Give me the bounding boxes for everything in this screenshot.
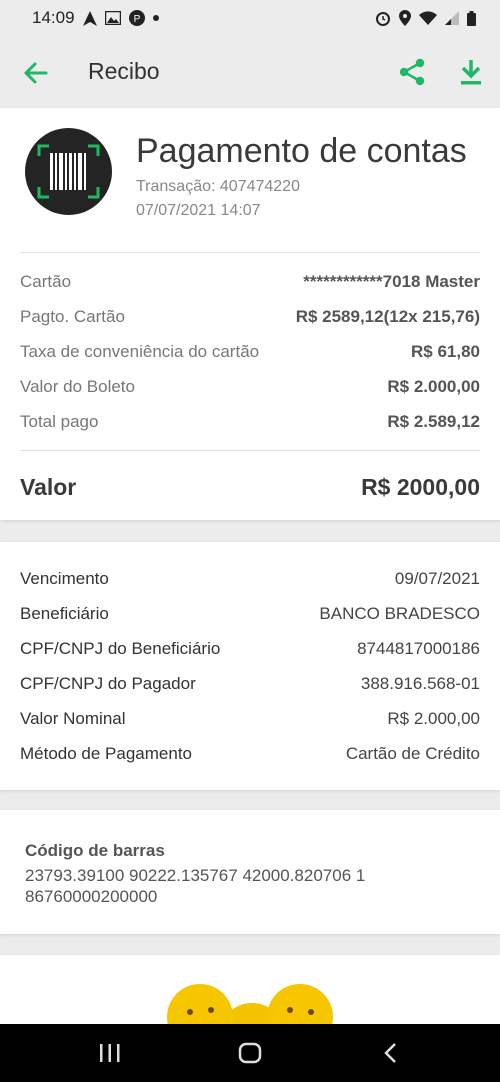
recent-apps-button[interactable] xyxy=(60,1024,160,1082)
divider xyxy=(20,450,480,451)
total-label: Valor xyxy=(20,474,77,500)
status-time: 14:09 xyxy=(32,8,75,27)
detail-row-beneficiary-doc: CPF/CNPJ do Beneficiário 8744817000186 xyxy=(20,637,480,661)
row-value: R$ 2.589,12 xyxy=(387,412,480,431)
share-icon[interactable] xyxy=(398,58,426,86)
svg-text:P: P xyxy=(133,14,140,25)
row-value: R$ 2.000,00 xyxy=(387,377,480,396)
row-label: Valor Nominal xyxy=(20,709,126,728)
detail-row-payment-method: Método de Pagamento Cartão de Crédito xyxy=(20,742,480,766)
row-label: Total pago xyxy=(20,412,99,431)
home-icon xyxy=(238,1042,262,1064)
detail-row-due-date: Vencimento 09/07/2021 xyxy=(20,567,480,591)
gallery-icon xyxy=(104,11,121,25)
row-value: R$ 61,80 xyxy=(411,342,480,361)
row-value: 09/07/2021 xyxy=(394,569,480,588)
download-icon[interactable] xyxy=(458,58,484,86)
emoji-illustration-icon xyxy=(167,984,333,1035)
battery-icon xyxy=(467,10,476,26)
notification-dot-icon xyxy=(152,15,159,21)
row-label: Cartão xyxy=(20,272,72,291)
page-title: Recibo xyxy=(88,58,160,84)
back-button[interactable] xyxy=(340,1024,440,1082)
detail-row-nominal-value: Valor Nominal R$ 2.000,00 xyxy=(20,707,480,731)
row-label: Vencimento xyxy=(20,569,109,588)
row-value: Cartão de Crédito xyxy=(345,744,480,763)
row-label: Pagto. Cartão xyxy=(20,307,125,326)
divider xyxy=(20,252,480,253)
back-chevron-icon xyxy=(384,1043,396,1063)
signal-icon xyxy=(445,11,459,25)
barcode-card: Código de barras 23793.39100 90222.13576… xyxy=(0,810,500,934)
alarm-icon xyxy=(376,12,390,26)
payment-row-card: Cartão ************7018 Master xyxy=(20,270,480,294)
row-label: Valor do Boleto xyxy=(20,377,135,396)
barcode-logo-icon xyxy=(25,128,112,215)
bill-details-card: Vencimento 09/07/2021 Beneficiário BANCO… xyxy=(0,542,500,790)
total-value: R$ 2000,00 xyxy=(361,474,480,500)
row-value: BANCO BRADESCO xyxy=(319,604,480,623)
status-bar: 14:09 P xyxy=(0,0,500,36)
row-value: R$ 2589,12(12x 215,76) xyxy=(295,307,480,326)
row-label: Beneficiário xyxy=(20,604,109,623)
transaction-datetime: 07/07/2021 14:07 xyxy=(136,202,261,219)
payment-row-card-payment: Pagto. Cartão R$ 2589,12(12x 215,76) xyxy=(20,305,480,329)
barcode-title: Código de barras xyxy=(25,841,165,860)
wifi-icon xyxy=(419,11,437,25)
detail-row-payer-doc: CPF/CNPJ do Pagador 388.916.568-01 xyxy=(20,672,480,696)
row-label: CPF/CNPJ do Pagador xyxy=(20,674,196,693)
back-arrow-icon[interactable] xyxy=(22,60,48,86)
row-value: 8744817000186 xyxy=(357,639,480,658)
barcode-number[interactable]: 23793.39100 90222.135767 42000.820706 1 … xyxy=(25,865,415,907)
receipt-title: Pagamento de contas xyxy=(136,132,467,170)
payment-summary-card: Pagamento de contas Transação: 407474220… xyxy=(0,108,500,520)
row-label: Taxa de conveniência do cartão xyxy=(20,342,260,361)
row-value: 388.916.568-01 xyxy=(360,674,480,693)
row-value: ************7018 Master xyxy=(303,272,480,291)
detail-row-beneficiary: Beneficiário BANCO BRADESCO xyxy=(20,602,480,626)
row-value: R$ 2.000,00 xyxy=(387,709,480,728)
location-icon xyxy=(399,10,411,26)
system-navigation-bar xyxy=(0,1024,500,1082)
app-notification-icon: P xyxy=(128,10,145,26)
total-value-row: Valor R$ 2000,00 xyxy=(20,474,480,501)
transaction-id: Transação: 407474220 xyxy=(136,178,300,195)
recent-apps-icon xyxy=(100,1044,120,1062)
payment-row-fee: Taxa de conveniência do cartão R$ 61,80 xyxy=(20,340,480,364)
row-label: CPF/CNPJ do Beneficiário xyxy=(20,639,221,658)
illustration-card xyxy=(0,955,500,1035)
row-label: Método de Pagamento xyxy=(20,744,193,763)
payment-row-total: Total pago R$ 2.589,12 xyxy=(20,410,480,434)
navigation-icon xyxy=(82,10,97,26)
home-button[interactable] xyxy=(200,1024,300,1082)
app-bar: Recibo xyxy=(0,36,500,108)
payment-row-boleto: Valor do Boleto R$ 2.000,00 xyxy=(20,375,480,399)
